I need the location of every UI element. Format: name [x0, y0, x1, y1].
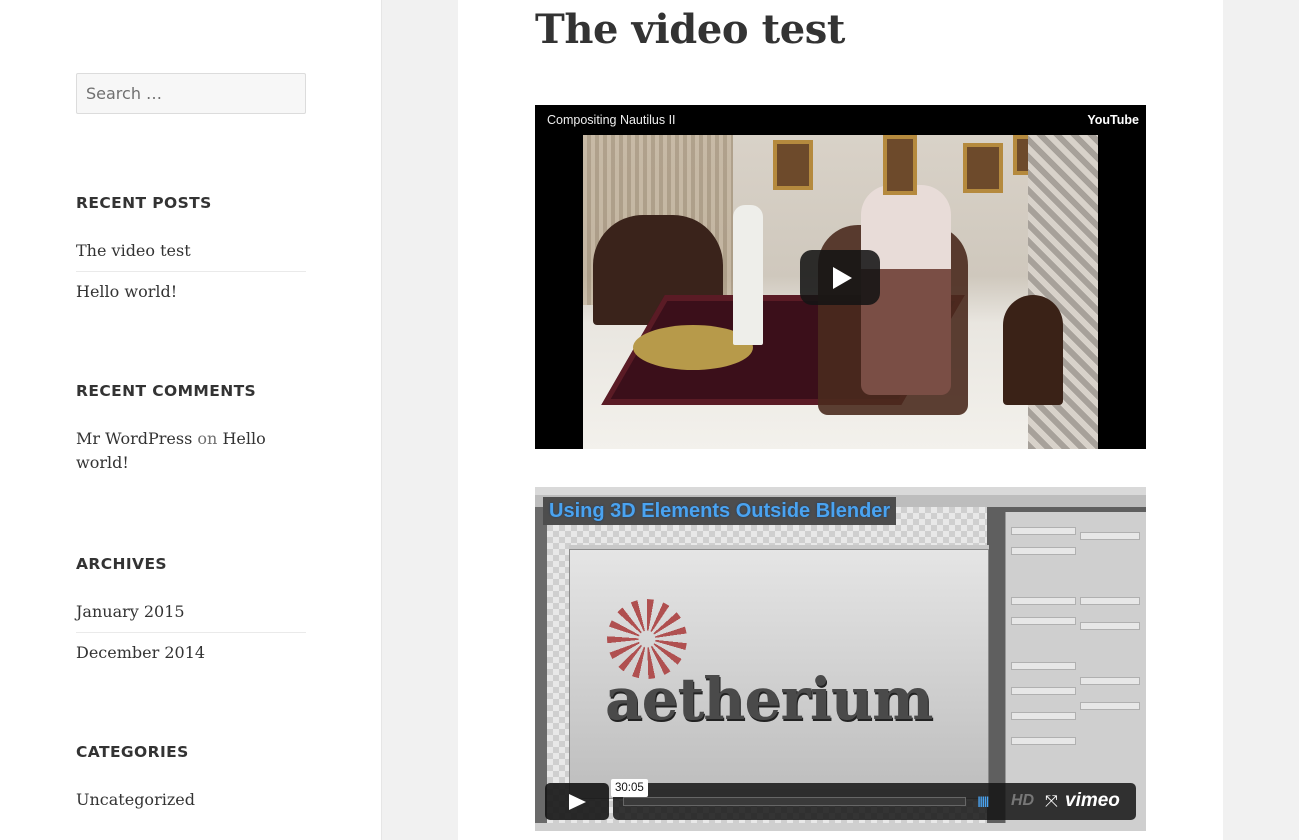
painting-frame	[963, 143, 1003, 193]
comment-author-link[interactable]: Mr WordPress	[76, 429, 192, 448]
archives-list: January 2015 December 2014	[76, 592, 306, 673]
recent-comment: Mr WordPress on Hello world!	[76, 427, 306, 475]
panel-row	[1011, 527, 1076, 535]
player-controls: IIIII HD ⤧ vimeo	[613, 783, 1136, 820]
video-title[interactable]: Compositing Nautilus II	[547, 113, 676, 127]
categories-heading: CATEGORIES	[76, 743, 189, 761]
panel-row	[1080, 532, 1140, 540]
recent-post-link[interactable]: The video test	[76, 231, 306, 271]
vimeo-logo[interactable]: vimeo	[1065, 790, 1120, 812]
recent-comments-heading: RECENT COMMENTS	[76, 382, 257, 400]
panel-row	[1011, 662, 1076, 670]
fullscreen-icon[interactable]: ⤧	[1045, 791, 1058, 811]
panel-row	[1080, 597, 1140, 605]
panel-row	[1080, 702, 1140, 710]
volume-icon[interactable]: IIIII	[977, 795, 990, 811]
recent-posts-list: The video test Hello world!	[76, 231, 306, 312]
youtube-logo[interactable]: YouTube	[1087, 113, 1139, 127]
logo-text: aetherium	[605, 665, 933, 733]
video-title-bar: Compositing Nautilus II YouTube	[535, 105, 1146, 135]
video-title-banner: Using 3D Elements Outside Blender	[543, 497, 897, 525]
archives-heading: ARCHIVES	[76, 555, 167, 573]
hd-toggle[interactable]: HD	[1011, 792, 1034, 810]
recent-post-link[interactable]: Hello world!	[76, 271, 306, 312]
bust-statue	[733, 205, 763, 345]
categories-list: Uncategorized	[76, 780, 306, 820]
panel-row	[1011, 737, 1076, 745]
vimeo-embed[interactable]: aetherium Using 3D Elements Outside Blen…	[535, 487, 1146, 831]
painting-frame	[883, 135, 917, 195]
panel-row	[1011, 547, 1076, 555]
panel-row	[1011, 712, 1076, 720]
category-link[interactable]: Uncategorized	[76, 780, 306, 820]
archive-link[interactable]: December 2014	[76, 632, 306, 673]
play-button[interactable]	[545, 783, 609, 820]
video-duration: 30:05	[611, 779, 648, 797]
recent-posts-heading: RECENT POSTS	[76, 194, 212, 212]
comment-on-text: on	[197, 429, 218, 448]
painting-frame	[773, 140, 813, 190]
panel-row	[1080, 622, 1140, 630]
panel-row	[1011, 617, 1076, 625]
youtube-embed[interactable]: Compositing Nautilus II YouTube	[535, 105, 1146, 449]
panel-row	[1080, 677, 1140, 685]
tools-panel	[535, 507, 547, 831]
app-menubar	[535, 487, 1146, 495]
panel-row	[1011, 597, 1076, 605]
app-statusbar	[535, 823, 1146, 831]
progress-bar[interactable]	[623, 797, 966, 806]
panel-row	[1011, 687, 1076, 695]
side-table	[1003, 295, 1063, 405]
post-title[interactable]: The video test	[535, 6, 845, 53]
play-button[interactable]	[800, 250, 880, 305]
sidebar: Search … RECENT POSTS The video test Hel…	[0, 0, 382, 840]
archive-link[interactable]: January 2015	[76, 592, 306, 632]
search-input[interactable]: Search …	[76, 73, 306, 114]
video-title[interactable]: Using 3D Elements Outside Blender	[549, 500, 890, 522]
